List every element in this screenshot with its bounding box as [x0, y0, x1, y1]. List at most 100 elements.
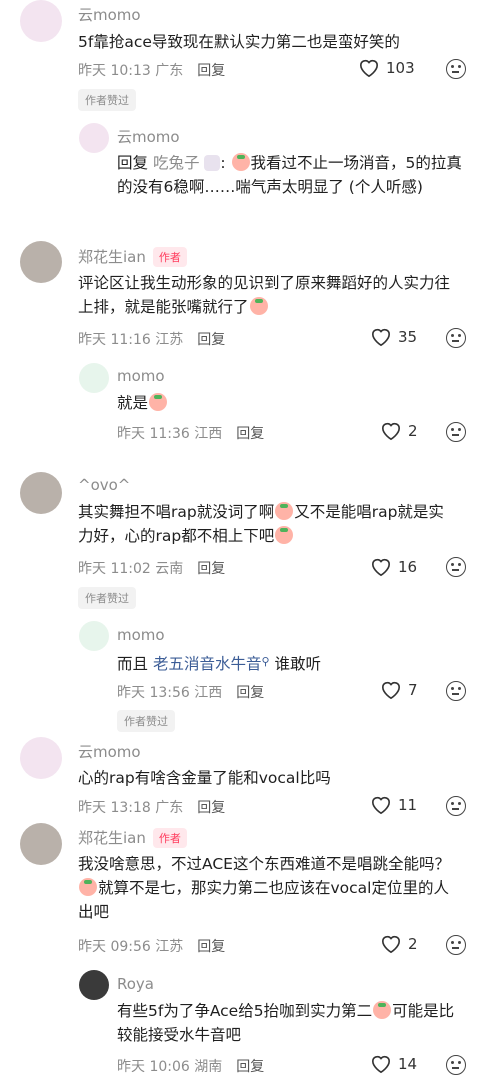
like-count: 14	[398, 1055, 418, 1073]
crying-emoji-icon	[79, 878, 97, 896]
dislike-icon[interactable]	[446, 935, 466, 955]
like-count: 35	[398, 328, 418, 346]
reply-button[interactable]: 回复	[197, 797, 225, 817]
heart-icon	[371, 558, 391, 577]
reply-button[interactable]: 回复	[236, 423, 264, 443]
comment-meta: 昨天 11:16 江苏 回复	[78, 329, 225, 349]
crying-emoji-icon	[275, 502, 294, 520]
commenter-name[interactable]: ^ovo^	[78, 476, 130, 494]
dislike-icon[interactable]	[446, 59, 466, 79]
rabbit-icon	[204, 155, 221, 171]
like-button[interactable]: 7	[380, 680, 418, 700]
comment-time: 昨天 13:56	[117, 685, 190, 701]
reply-button[interactable]: 回复	[197, 329, 225, 349]
dislike-icon[interactable]	[446, 796, 466, 816]
like-count: 16	[398, 558, 418, 576]
like-button[interactable]: 35	[370, 327, 417, 347]
like-button[interactable]: 11	[370, 795, 417, 815]
reply-button[interactable]: 回复	[197, 936, 225, 956]
comment-text: 就是	[117, 391, 462, 415]
heart-icon	[359, 59, 379, 78]
comment-location: 云南	[155, 561, 184, 577]
author-tag: 作者	[152, 827, 187, 848]
commenter-name[interactable]: 郑花生ian 作者	[78, 827, 187, 848]
reply-button[interactable]: 回复	[197, 60, 225, 80]
comment-meta: 昨天 10:06 湖南 回复	[117, 1056, 264, 1076]
comment-location: 广东	[155, 800, 184, 816]
like-count: 2	[408, 422, 418, 440]
comment-time: 昨天 11:02	[78, 561, 151, 577]
crying-emoji-icon	[373, 1001, 392, 1019]
heart-icon	[381, 935, 401, 954]
dislike-icon[interactable]	[446, 557, 466, 577]
comment-text: 回复 吃兔子 : 我看过不止一场消音，5的拉真的没有6稳啊……喘气声太明显了 (…	[117, 153, 462, 196]
dislike-icon[interactable]	[446, 681, 466, 701]
avatar[interactable]	[20, 737, 62, 779]
comment-location: 江苏	[155, 332, 184, 348]
comment-text: 评论区让我生动形象的见识到了原来舞蹈好的人实力往上排，就是能张嘴就行了	[78, 271, 458, 319]
commenter-name[interactable]: momo	[117, 626, 165, 644]
author-liked-badge: 作者赞过	[117, 710, 175, 732]
commenter-name[interactable]: momo	[117, 367, 165, 385]
comment-meta: 昨天 10:13 广东 回复	[78, 60, 225, 80]
commenter-name[interactable]: 郑花生ian 作者	[78, 246, 187, 267]
like-count: 7	[408, 681, 418, 699]
avatar[interactable]	[79, 621, 109, 651]
reply-prefix: 回复	[117, 154, 153, 172]
comment-body-a: 其实舞担不唱rap就没词了啊	[78, 503, 275, 521]
comment-meta: 昨天 09:56 江苏 回复	[78, 936, 225, 956]
dislike-icon[interactable]	[446, 328, 466, 348]
comment-location: 江苏	[155, 939, 184, 955]
comment-location: 江西	[194, 685, 223, 701]
dislike-icon[interactable]	[446, 1055, 466, 1075]
comment-meta: 昨天 11:02 云南 回复	[78, 558, 225, 578]
crying-emoji-icon	[231, 153, 250, 171]
comment-time: 昨天 10:06	[117, 1059, 190, 1075]
like-button[interactable]: 16	[370, 557, 417, 577]
heart-icon	[381, 681, 401, 700]
avatar[interactable]	[20, 241, 62, 283]
comment-location: 湖南	[194, 1059, 223, 1075]
comment-body-prefix: 而且	[117, 655, 153, 673]
like-button[interactable]: 2	[380, 934, 418, 954]
commenter-name-text: 郑花生ian	[78, 829, 146, 847]
author-liked-badge: 作者赞过	[78, 587, 136, 609]
heart-icon	[371, 1055, 391, 1074]
reply-button[interactable]: 回复	[197, 558, 225, 578]
avatar[interactable]	[20, 0, 62, 42]
reply-button[interactable]: 回复	[236, 682, 264, 702]
commenter-name[interactable]: 云momo	[78, 741, 141, 762]
comment-time: 昨天 09:56	[78, 939, 151, 955]
heart-icon	[371, 796, 391, 815]
commenter-name[interactable]: Roya	[117, 975, 154, 993]
comment-meta: 昨天 11:36 江西 回复	[117, 423, 264, 443]
search-link[interactable]: 老五消音水牛音	[153, 655, 262, 673]
commenter-name[interactable]: 云momo	[78, 4, 141, 25]
comment-location: 江西	[194, 426, 223, 442]
comment-text: 有些5f为了争Ace给5抬咖到实力第二 可能是比较能接受水牛音吧	[117, 999, 462, 1047]
avatar[interactable]	[79, 970, 109, 1000]
like-count: 11	[398, 796, 418, 814]
commenter-name[interactable]: 云momo	[117, 126, 180, 147]
author-tag: 作者	[152, 246, 187, 267]
heart-icon	[371, 328, 391, 347]
like-count: 2	[408, 935, 418, 953]
comment-text: 而且 老五消音水牛音⚲ 谁敢听	[117, 650, 462, 676]
search-icon[interactable]: ⚲	[261, 655, 269, 668]
comment-body-a: 有些5f为了争Ace给5抬咖到实力第二	[117, 1002, 373, 1020]
avatar[interactable]	[20, 472, 62, 514]
comment-meta: 昨天 13:56 江西 回复	[117, 682, 264, 702]
dislike-icon[interactable]	[446, 422, 466, 442]
avatar[interactable]	[20, 823, 62, 865]
like-button[interactable]: 103	[358, 58, 415, 78]
reply-button[interactable]: 回复	[236, 1056, 264, 1076]
like-button[interactable]: 14	[370, 1054, 417, 1074]
comment-text: 心的rap有啥含金量了能和vocal比吗	[78, 769, 331, 787]
avatar[interactable]	[79, 123, 109, 153]
reply-to-user[interactable]: 吃兔子	[153, 154, 200, 172]
heart-icon	[381, 422, 401, 441]
commenter-name-text: 郑花生ian	[78, 248, 146, 266]
avatar[interactable]	[79, 363, 109, 393]
comment-time: 昨天 10:13	[78, 63, 151, 79]
like-button[interactable]: 2	[380, 421, 418, 441]
